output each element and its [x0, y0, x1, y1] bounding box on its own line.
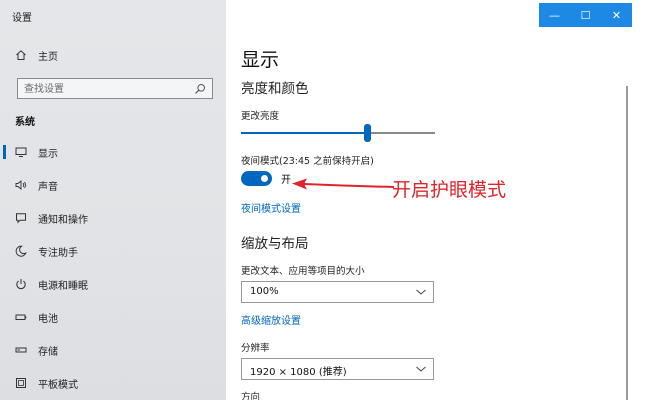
chevron-down-icon — [416, 289, 426, 295]
app-title: 设置 — [12, 13, 32, 24]
brightness-slider[interactable] — [241, 124, 435, 142]
sidebar: 设置 主页 系统 显示 声音 通知和操作 — [0, 0, 226, 400]
speaker-icon — [15, 179, 27, 191]
slider-fill — [241, 132, 367, 134]
close-button[interactable]: ✕ — [601, 3, 632, 27]
window-controls: — ☐ ✕ — [539, 3, 632, 27]
sidebar-item-battery[interactable]: 电池 — [0, 302, 226, 332]
message-icon — [15, 212, 27, 224]
maximize-button[interactable]: ☐ — [570, 3, 601, 27]
home-icon — [15, 49, 27, 61]
sidebar-item-storage[interactable]: 存储 — [0, 335, 226, 365]
sidebar-item-notifications[interactable]: 通知和操作 — [0, 203, 226, 233]
search-box[interactable] — [17, 78, 213, 99]
toggle-knob — [261, 175, 268, 182]
sidebar-item-tablet-mode[interactable]: 平板模式 — [0, 368, 226, 398]
search-input[interactable] — [24, 82, 184, 96]
sidebar-item-label: 电池 — [38, 313, 58, 325]
main-content: — ☐ ✕ 显示 亮度和颜色 更改亮度 夜间模式(23:45 之前保持开启) 开… — [226, 0, 649, 400]
slider-thumb[interactable] — [364, 124, 371, 142]
night-light-toggle[interactable] — [241, 171, 272, 186]
sidebar-item-display[interactable]: 显示 — [0, 137, 226, 167]
scrollbar[interactable] — [626, 86, 628, 400]
sidebar-item-label: 显示 — [38, 148, 58, 160]
sidebar-item-label: 电源和睡眠 — [38, 280, 88, 292]
monitor-icon — [15, 146, 27, 158]
scale-dropdown[interactable]: 100% — [241, 281, 434, 303]
slider-track — [367, 132, 435, 134]
storage-icon — [15, 344, 27, 356]
advanced-scaling-link[interactable]: 高级缩放设置 — [241, 312, 301, 327]
section-heading-brightness: 亮度和颜色 — [241, 81, 309, 97]
sidebar-item-label: 平板模式 — [38, 379, 78, 391]
resolution-dropdown-value: 1920 × 1080 (推荐) — [250, 367, 347, 378]
minimize-button[interactable]: — — [539, 3, 570, 27]
sidebar-item-home[interactable]: 主页 — [0, 40, 226, 70]
sidebar-item-label: 存储 — [38, 346, 58, 358]
page-title: 显示 — [241, 49, 280, 71]
night-light-label: 夜间模式(23:45 之前保持开启) — [241, 156, 374, 167]
sidebar-item-sound[interactable]: 声音 — [0, 170, 226, 200]
orientation-label: 方向 — [241, 392, 261, 400]
sidebar-item-label: 通知和操作 — [38, 214, 88, 226]
sidebar-item-power[interactable]: 电源和睡眠 — [0, 269, 226, 299]
sidebar-item-label: 主页 — [38, 51, 58, 63]
sidebar-item-label: 专注助手 — [38, 247, 78, 259]
night-light-settings-link[interactable]: 夜间模式设置 — [241, 200, 301, 215]
battery-icon — [15, 311, 27, 323]
sidebar-section-title: 系统 — [15, 117, 35, 128]
chevron-down-icon — [416, 366, 426, 372]
search-icon[interactable] — [194, 83, 206, 95]
annotation-text: 开启护眼模式 — [392, 179, 507, 201]
tablet-icon — [15, 377, 27, 389]
sidebar-item-label: 声音 — [38, 181, 58, 193]
section-heading-scale: 缩放与布局 — [241, 236, 309, 252]
brightness-label: 更改亮度 — [241, 111, 280, 122]
power-icon — [15, 278, 27, 290]
resolution-label: 分辨率 — [241, 343, 270, 354]
moon-icon — [15, 245, 27, 257]
scale-dropdown-value: 100% — [250, 286, 279, 297]
text-size-label: 更改文本、应用等项目的大小 — [241, 266, 365, 277]
resolution-dropdown[interactable]: 1920 × 1080 (推荐) — [241, 358, 434, 380]
annotation-arrow-icon — [292, 178, 395, 190]
sidebar-item-focus-assist[interactable]: 专注助手 — [0, 236, 226, 266]
